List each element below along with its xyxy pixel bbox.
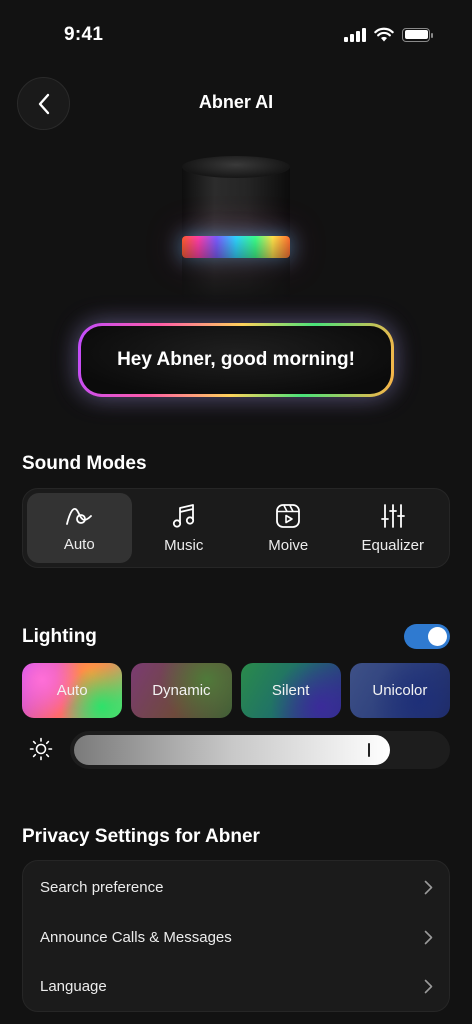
lighting-modes: Auto Dynamic Silent Unicolor bbox=[22, 663, 450, 718]
sound-mode-label: Music bbox=[164, 536, 204, 554]
status-time: 9:41 bbox=[64, 24, 104, 45]
sound-modes-heading: Sound Modes bbox=[22, 453, 147, 474]
brightness-handle[interactable] bbox=[368, 743, 370, 757]
speaker-fade bbox=[182, 236, 290, 306]
chevron-right-icon bbox=[424, 880, 433, 895]
equalizer-sliders-icon bbox=[380, 503, 405, 528]
speaker-top bbox=[182, 156, 290, 178]
lighting-mode-unicolor[interactable]: Unicolor bbox=[349, 663, 450, 718]
auto-curve-icon bbox=[66, 507, 93, 525]
status-bar: 9:41 bbox=[0, 0, 472, 70]
privacy-item-search-preference[interactable]: Search preference bbox=[23, 863, 449, 913]
privacy-settings-list: Search preference Announce Calls & Messa… bbox=[22, 860, 450, 1012]
lighting-mode-auto[interactable]: Auto bbox=[22, 663, 123, 718]
toggle-knob bbox=[428, 627, 447, 646]
wifi-icon bbox=[374, 27, 394, 42]
brightness-fill bbox=[74, 735, 390, 765]
sound-mode-music[interactable]: Music bbox=[132, 493, 237, 563]
greeting-text: Hey Abner, good morning! bbox=[81, 326, 391, 394]
lighting-mode-dynamic[interactable]: Dynamic bbox=[131, 663, 232, 718]
privacy-item-label: Language bbox=[40, 978, 107, 996]
lighting-toggle[interactable] bbox=[404, 624, 450, 649]
sound-mode-equalizer[interactable]: Equalizer bbox=[341, 493, 446, 563]
brightness-slider[interactable] bbox=[70, 731, 450, 769]
privacy-heading: Privacy Settings for Abner bbox=[22, 826, 260, 847]
sound-modes-selector: Auto Music Moive Equalizer bbox=[22, 488, 450, 568]
sound-mode-label: Equalizer bbox=[361, 536, 425, 554]
greeting-card[interactable]: Hey Abner, good morning! bbox=[78, 323, 394, 397]
lighting-heading: Lighting bbox=[22, 626, 97, 647]
lighting-mode-silent[interactable]: Silent bbox=[240, 663, 341, 718]
music-note-icon bbox=[172, 503, 194, 528]
chevron-right-icon bbox=[424, 979, 433, 994]
sound-mode-label: Moive bbox=[268, 536, 309, 554]
status-icons bbox=[344, 27, 433, 42]
battery-icon bbox=[402, 27, 433, 42]
page: 9:41 Abner AI Hey Abner, good morning! S… bbox=[0, 0, 472, 1024]
privacy-item-language[interactable]: Language bbox=[23, 962, 449, 1012]
cellular-signal-icon bbox=[344, 27, 366, 42]
sound-mode-label: Auto bbox=[63, 535, 95, 553]
speaker-image bbox=[182, 156, 290, 306]
privacy-item-label: Search preference bbox=[40, 879, 164, 897]
sound-mode-auto[interactable]: Auto bbox=[27, 493, 132, 563]
brightness-sun-icon bbox=[29, 737, 53, 761]
chevron-right-icon bbox=[424, 930, 433, 945]
privacy-item-label: Announce Calls & Messages bbox=[40, 928, 232, 946]
page-title: Abner AI bbox=[198, 92, 274, 112]
sound-mode-movie[interactable]: Moive bbox=[236, 493, 341, 563]
privacy-item-announce-calls[interactable]: Announce Calls & Messages bbox=[23, 913, 449, 963]
movie-play-icon bbox=[276, 503, 301, 528]
